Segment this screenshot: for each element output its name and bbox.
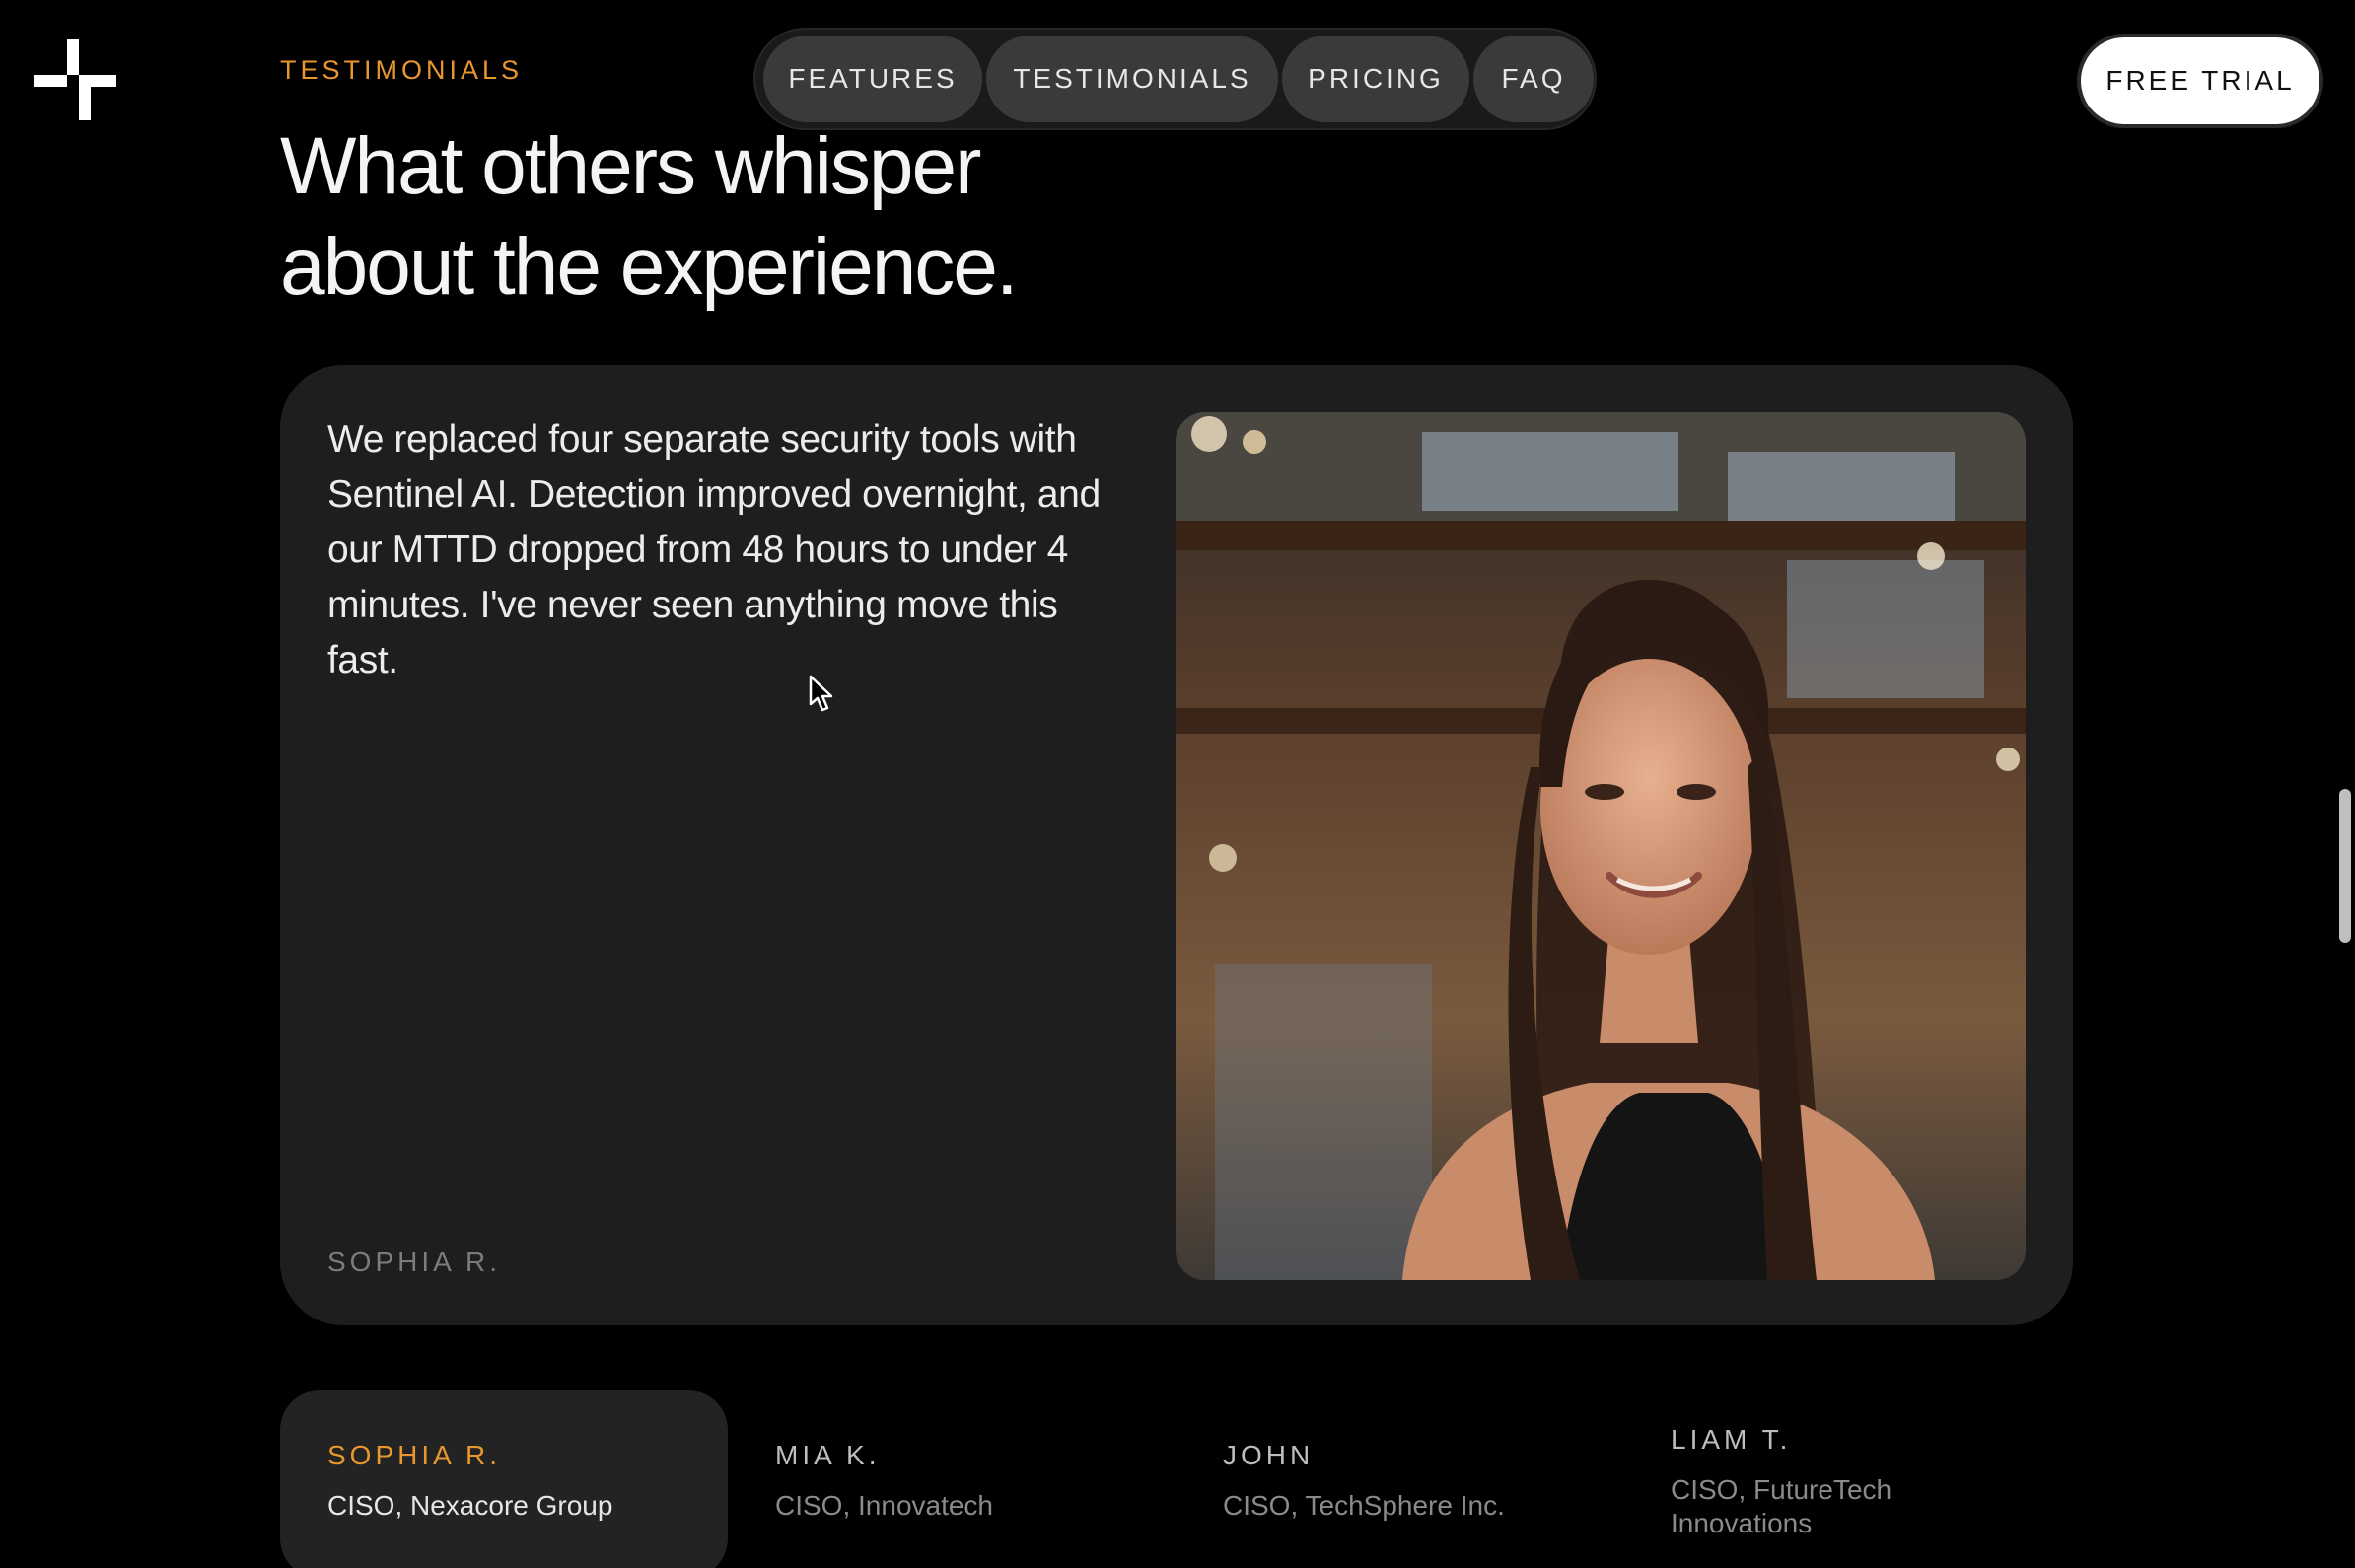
nav-testimonials[interactable]: TESTIMONIALS	[986, 36, 1278, 122]
testimonial-tab-liam[interactable]: LIAM T. CISO, FutureTech Innovations	[1623, 1390, 2071, 1568]
free-trial-button[interactable]: FREE TRIAL	[2077, 34, 2323, 128]
heading-line-2: about the experience.	[280, 222, 1019, 312]
tab-person-name: MIA K.	[775, 1440, 881, 1470]
testimonial-tab-mia[interactable]: MIA K. CISO, Innovatech	[728, 1390, 1176, 1568]
section-eyebrow: TESTIMONIALS	[280, 55, 524, 85]
heading-line-1: What others whisper	[280, 121, 981, 211]
page-scrollbar[interactable]	[2339, 789, 2351, 943]
tab-person-name: JOHN	[1223, 1440, 1315, 1470]
tab-person-role: CISO, TechSphere Inc.	[1223, 1490, 1505, 1521]
tab-person-role: CISO, Nexacore Group	[327, 1490, 613, 1521]
testimonial-selector: SOPHIA R. CISO, Nexacore Group MIA K. CI…	[280, 1390, 2073, 1568]
testimonial-author: SOPHIA R.	[327, 1247, 502, 1277]
cross-split-logo-icon[interactable]	[34, 39, 116, 120]
nav-faq[interactable]: FAQ	[1473, 36, 1594, 122]
nav-pricing[interactable]: PRICING	[1282, 36, 1469, 122]
mouse-cursor-icon	[809, 675, 833, 712]
tab-person-name: SOPHIA R.	[327, 1440, 502, 1470]
testimonial-card: We replaced four separate security tools…	[280, 365, 2073, 1325]
tab-person-role: CISO, FutureTech Innovations	[1671, 1474, 1892, 1538]
main-nav: FEATURES TESTIMONIALS PRICING FAQ	[753, 28, 1597, 130]
testimonial-photo	[1176, 412, 2026, 1280]
tab-person-name: LIAM T.	[1671, 1424, 1792, 1455]
section-heading: What others whisper about the experience…	[280, 116, 1266, 318]
nav-features[interactable]: FEATURES	[763, 36, 982, 122]
testimonial-tab-sophia[interactable]: SOPHIA R. CISO, Nexacore Group	[280, 1390, 728, 1568]
testimonial-tab-john[interactable]: JOHN CISO, TechSphere Inc.	[1176, 1390, 1623, 1568]
testimonial-quote: We replaced four separate security tools…	[327, 418, 1101, 681]
portrait-illustration	[1176, 412, 2026, 1280]
testimonials-page: TESTIMONIALS What others whisper about t…	[0, 0, 2355, 1568]
tab-person-role: CISO, Innovatech	[775, 1490, 994, 1521]
